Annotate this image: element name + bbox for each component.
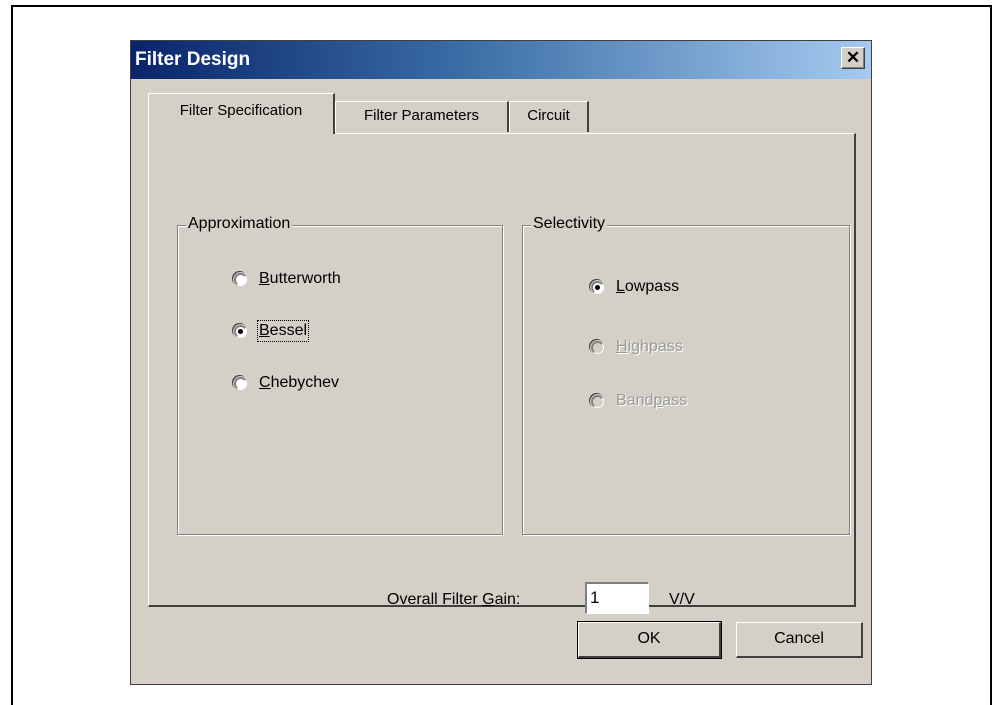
close-icon: ✕ bbox=[845, 48, 861, 67]
tab-filter-parameters[interactable]: Filter Parameters bbox=[335, 101, 509, 132]
selectivity-group: Selectivity Lowpass Highpass Bandpass bbox=[522, 215, 850, 535]
ok-button[interactable]: OK bbox=[577, 621, 722, 659]
radio-button-checked[interactable] bbox=[234, 324, 247, 338]
tab-label: Circuit bbox=[527, 107, 570, 124]
radio-bandpass: Bandpass bbox=[591, 392, 687, 410]
filter-specification-panel: Approximation Butterworth Bessel Chebych… bbox=[148, 133, 856, 614]
radio-highpass: Highpass bbox=[591, 338, 683, 356]
close-button[interactable]: ✕ bbox=[841, 47, 865, 69]
radio-label-butterworth: Butterworth bbox=[259, 270, 341, 287]
radio-label-bessel: Bessel bbox=[256, 320, 310, 342]
radio-button[interactable] bbox=[234, 272, 247, 286]
radio-button-disabled bbox=[591, 340, 604, 354]
tab-filter-specification[interactable]: Filter Specification bbox=[148, 93, 335, 134]
approximation-group-label: Approximation bbox=[186, 215, 293, 233]
radio-lowpass[interactable]: Lowpass bbox=[591, 278, 679, 296]
gain-unit: V/V bbox=[669, 591, 695, 608]
cancel-button[interactable]: Cancel bbox=[736, 622, 863, 658]
title-bar[interactable]: Filter Design ✕ bbox=[131, 41, 871, 79]
radio-label-lowpass: Lowpass bbox=[616, 278, 680, 295]
filter-design-dialog: Filter Design ✕ Filter Specification Fil… bbox=[130, 40, 872, 685]
radio-label-bandpass: Bandpass bbox=[616, 392, 688, 409]
radio-label-highpass: Highpass bbox=[616, 338, 683, 355]
radio-button[interactable] bbox=[234, 376, 247, 390]
tab-label: Filter Specification bbox=[179, 102, 303, 119]
tab-label: Filter Parameters bbox=[363, 107, 480, 124]
tab-circuit[interactable]: Circuit bbox=[509, 101, 589, 132]
approximation-group: Approximation Butterworth Bessel Chebych… bbox=[177, 215, 503, 535]
selectivity-group-label: Selectivity bbox=[531, 215, 608, 233]
radio-butterworth[interactable]: Butterworth bbox=[234, 270, 341, 288]
radio-bessel[interactable]: Bessel bbox=[234, 320, 310, 342]
radio-button-disabled bbox=[591, 394, 604, 408]
overall-filter-gain-label: Overall Filter Gain: bbox=[387, 591, 521, 608]
radio-button-checked[interactable] bbox=[591, 280, 604, 294]
dialog-title: Filter Design bbox=[135, 49, 251, 70]
radio-label-chebychev: Chebychev bbox=[259, 374, 340, 391]
gain-input[interactable]: 1 bbox=[585, 582, 649, 614]
radio-chebychev[interactable]: Chebychev bbox=[234, 374, 339, 392]
